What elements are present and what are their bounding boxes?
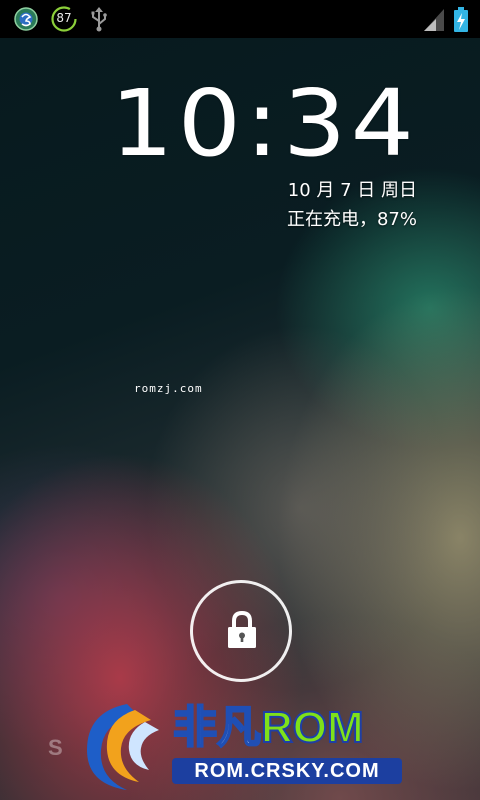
battery-charging-icon — [454, 7, 468, 32]
battery-notification-value: 87 — [56, 11, 72, 25]
lockscreen-date: 10 月 7 日 周日 — [287, 180, 417, 201]
usb-icon — [91, 7, 107, 32]
battery-percent-notification-icon: 87 — [50, 5, 78, 33]
watermark-title-cn: 非凡 — [172, 703, 262, 753]
watermark-logo: 非凡ROM ROM.CRSKY.COM — [75, 698, 405, 796]
clock-time: 10:34 — [110, 70, 418, 177]
watermark-title: 非凡ROM — [172, 703, 365, 753]
swirl-app-icon — [14, 7, 38, 31]
watermark-url: ROM.CRSKY.COM — [172, 758, 402, 784]
watermark-title-rom: ROM — [260, 703, 365, 753]
lockscreen-clock: 10:34 — [110, 70, 418, 177]
charging-status: 正在充电，87% — [286, 209, 417, 230]
status-bar[interactable]: 87 — [0, 0, 480, 38]
carrier-text: romzj.com — [134, 382, 203, 395]
watermark-faint-text: S — [48, 735, 64, 760]
unlock-handle[interactable] — [190, 580, 292, 682]
signal-icon — [424, 9, 444, 31]
lock-icon — [228, 610, 256, 648]
swirl-logo-icon — [87, 704, 159, 790]
